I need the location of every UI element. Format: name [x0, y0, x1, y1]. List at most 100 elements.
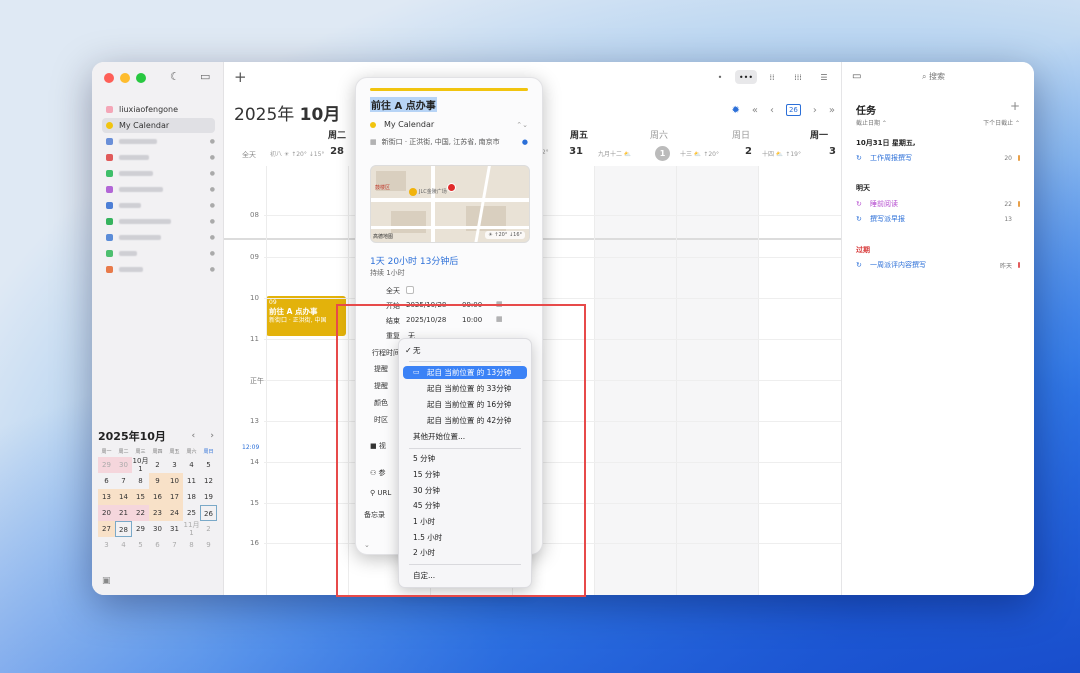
- mini-day-cell[interactable]: 3: [166, 457, 183, 473]
- menu-item-route-3[interactable]: 起自 当前位置 的 16分钟: [403, 398, 527, 411]
- moon-icon[interactable]: ☾: [170, 70, 180, 83]
- next-week-button[interactable]: »: [829, 105, 835, 116]
- allday-cell[interactable]: 十三 ⛅ ↑20° 2: [676, 146, 756, 164]
- mini-calendar-nav[interactable]: ‹ ›: [191, 431, 220, 441]
- calendar-icon[interactable]: ▣: [102, 576, 111, 586]
- event-title-field[interactable]: 前往 A 点办事: [370, 97, 437, 112]
- calendar-item[interactable]: ●: [102, 198, 215, 213]
- end-date-field[interactable]: 2025/10/28: [406, 316, 446, 324]
- end-time-field[interactable]: 10:00: [462, 316, 482, 324]
- menu-item-route-1[interactable]: ▭ 起自 当前位置 的 13分钟: [403, 366, 527, 379]
- pin-icon[interactable]: ●: [522, 137, 528, 147]
- menu-item-none[interactable]: ✓ 无: [403, 344, 527, 357]
- task-item[interactable]: ↻ 撰写派早报 13: [856, 214, 1020, 224]
- mini-day-cell[interactable]: 3: [98, 537, 115, 553]
- location-field[interactable]: ▦ 新街口 · 正洪街, 中国, 江苏省, 南京市 ●: [370, 137, 528, 147]
- menu-item-duration[interactable]: 45 分钟: [403, 499, 527, 512]
- menu-item-route-2[interactable]: 起自 当前位置 的 33分钟: [403, 382, 527, 395]
- mini-day-cell[interactable]: 29: [98, 457, 115, 473]
- map-preview[interactable]: 鼓楼区 JLC金陵广场 ☀ ↑20° ↓16° 高德地图: [370, 165, 530, 243]
- mini-day-cell[interactable]: 24: [166, 505, 183, 521]
- mini-day-cell[interactable]: 30: [115, 457, 132, 473]
- mini-day-cell[interactable]: 27: [98, 521, 115, 537]
- mini-day-cell[interactable]: 9: [149, 473, 166, 489]
- mini-day-cell[interactable]: 19: [200, 489, 217, 505]
- menu-item-duration[interactable]: 1 小时: [403, 515, 527, 528]
- mini-day-cell[interactable]: 28: [115, 521, 132, 537]
- minimize-window-button[interactable]: [120, 73, 130, 83]
- menu-item-custom[interactable]: 自定...: [403, 569, 527, 582]
- video-icon[interactable]: ■ 视: [370, 441, 386, 451]
- allday-cell[interactable]: 十四 ⛅ ↑19° 3: [758, 146, 840, 164]
- menu-item-duration[interactable]: 2 小时: [403, 546, 527, 559]
- panel-toggle-icon[interactable]: ▭: [852, 71, 861, 82]
- chevron-down-icon[interactable]: ⌄: [364, 541, 370, 549]
- start-date-field[interactable]: 2025/10/28: [406, 301, 446, 309]
- sidebar-toggle-icon[interactable]: ▭: [200, 70, 210, 83]
- task-item[interactable]: ↻ 睡前阅读 22: [856, 199, 1020, 209]
- checkbox-icon[interactable]: [106, 122, 113, 129]
- calendar-item[interactable]: ●: [102, 150, 215, 165]
- mini-day-cell[interactable]: 14: [115, 489, 132, 505]
- calendar-item[interactable]: ●: [102, 230, 215, 245]
- prev-week-button[interactable]: «: [752, 105, 758, 116]
- sort-by-due[interactable]: 截止日期 ⌃: [856, 118, 887, 127]
- mini-day-cell[interactable]: 7: [166, 537, 183, 553]
- calendar-item[interactable]: ●: [102, 262, 215, 277]
- mini-day-cell[interactable]: 12: [200, 473, 217, 489]
- zoom-window-button[interactable]: [136, 73, 146, 83]
- mini-day-cell[interactable]: 29: [132, 521, 149, 537]
- view-week-icon[interactable]: •••: [735, 70, 757, 84]
- calendar-picker-icon[interactable]: ▦: [496, 300, 503, 308]
- allday-cell[interactable]: 初八 ☀ ↑20° ↓15° 28: [266, 146, 348, 164]
- menu-item-duration[interactable]: 1.5 小时: [403, 531, 527, 544]
- mini-day-cell[interactable]: 13: [98, 489, 115, 505]
- search-input[interactable]: ⌕ 搜索: [922, 71, 945, 82]
- allday-checkbox[interactable]: [406, 286, 414, 294]
- mini-day-cell[interactable]: 31: [166, 521, 183, 537]
- today-button[interactable]: 26: [785, 104, 801, 116]
- mini-day-cell[interactable]: 9: [200, 537, 217, 553]
- view-list-icon[interactable]: ☰: [813, 70, 835, 84]
- mini-day-cell[interactable]: 4: [183, 457, 200, 473]
- calendar-item[interactable]: ●: [102, 246, 215, 261]
- start-time-field[interactable]: 09:00: [462, 301, 482, 309]
- mini-day-cell[interactable]: 5: [200, 457, 217, 473]
- mini-day-cell[interactable]: 2: [200, 521, 217, 537]
- mini-day-cell[interactable]: 10月 1: [132, 457, 149, 473]
- mini-day-cell[interactable]: 5: [132, 537, 149, 553]
- menu-item-duration[interactable]: 15 分钟: [403, 468, 527, 481]
- task-item[interactable]: ↻ 工作周报撰写 20: [856, 153, 1020, 163]
- menu-item-duration[interactable]: 5 分钟: [403, 452, 527, 465]
- mini-day-cell[interactable]: 18: [183, 489, 200, 505]
- add-task-button[interactable]: +: [1010, 99, 1020, 113]
- prev-button[interactable]: ‹: [770, 105, 774, 116]
- close-window-button[interactable]: [104, 73, 114, 83]
- mini-day-cell[interactable]: 8: [132, 473, 149, 489]
- mini-day-cell[interactable]: 10: [166, 473, 183, 489]
- mini-day-cell[interactable]: 11: [183, 473, 200, 489]
- mini-day-cell[interactable]: 17: [166, 489, 183, 505]
- mini-day-cell[interactable]: 20: [98, 505, 115, 521]
- view-year-icon[interactable]: ⁞⁞⁞: [787, 70, 809, 84]
- mini-day-cell[interactable]: 26: [200, 505, 217, 521]
- mini-day-cell[interactable]: 6: [149, 537, 166, 553]
- mini-day-cell[interactable]: 23: [149, 505, 166, 521]
- add-event-button[interactable]: +: [234, 68, 247, 86]
- event-block[interactable]: 09 前往 A 点办事 新街口 · 正洪街, 中国: [266, 296, 346, 336]
- menu-item-duration[interactable]: 30 分钟: [403, 484, 527, 497]
- mini-day-cell[interactable]: 6: [98, 473, 115, 489]
- calendar-item[interactable]: ●: [102, 134, 215, 149]
- task-sort[interactable]: 截止日期 ⌃ 下个日截止 ⌃: [856, 118, 1020, 127]
- calendar-item[interactable]: ●: [102, 166, 215, 181]
- sort-next[interactable]: 下个日截止 ⌃: [983, 118, 1020, 127]
- menu-item-route-4[interactable]: 起自 当前位置 的 42分钟: [403, 414, 527, 427]
- view-day-icon[interactable]: •: [709, 70, 731, 84]
- mini-day-cell[interactable]: 7: [115, 473, 132, 489]
- mini-day-cell[interactable]: 16: [149, 489, 166, 505]
- mini-day-cell[interactable]: 8: [183, 537, 200, 553]
- calendar-item[interactable]: ●: [102, 182, 215, 197]
- invite-field[interactable]: ⚇ 参: [370, 468, 386, 478]
- calendar-item[interactable]: ●: [102, 214, 215, 229]
- calendar-select[interactable]: My Calendar ⌃⌄: [370, 120, 528, 129]
